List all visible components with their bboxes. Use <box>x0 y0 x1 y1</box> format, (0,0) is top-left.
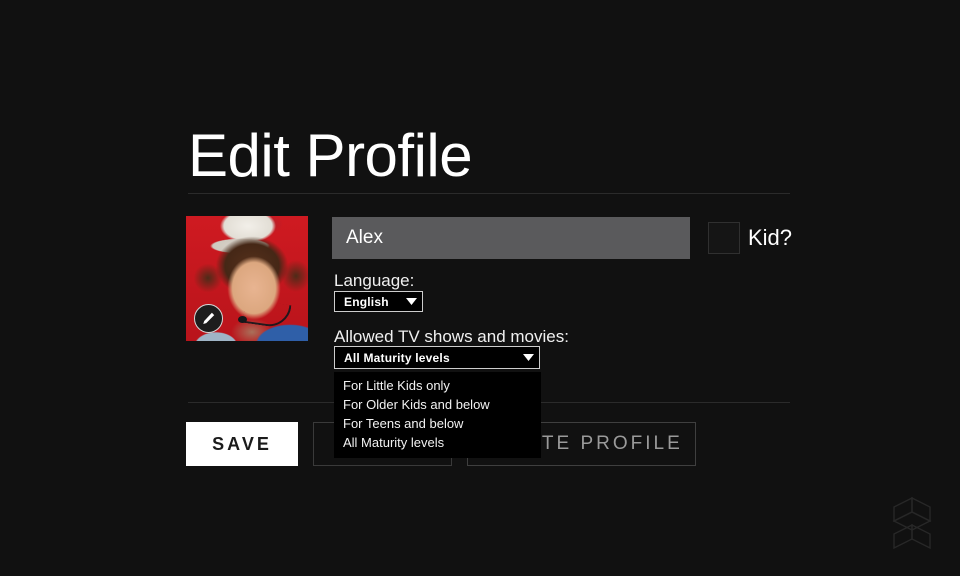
chevron-down-icon <box>400 298 422 305</box>
divider-top <box>188 193 790 194</box>
maturity-dropdown-menu[interactable]: For Little Kids only For Older Kids and … <box>334 372 541 458</box>
menu-item[interactable]: For Older Kids and below <box>334 395 541 414</box>
save-button[interactable]: SAVE <box>186 422 298 466</box>
maturity-select[interactable]: All Maturity levels <box>334 346 540 369</box>
language-label: Language: <box>334 270 414 292</box>
kid-checkbox[interactable] <box>708 222 740 254</box>
chevron-down-icon <box>517 354 539 361</box>
profile-avatar[interactable] <box>186 216 308 341</box>
edit-profile-page: Edit Profile Kid? Language: English Allo… <box>0 0 960 576</box>
menu-item[interactable]: For Teens and below <box>334 414 541 433</box>
menu-item[interactable]: All Maturity levels <box>334 433 541 452</box>
site-logo-watermark <box>884 494 940 556</box>
menu-item[interactable]: For Little Kids only <box>334 376 541 395</box>
language-selected-value: English <box>335 295 400 309</box>
maturity-selected-value: All Maturity levels <box>335 351 517 365</box>
headset-mic-tip <box>238 316 247 323</box>
pencil-icon <box>201 311 216 326</box>
profile-name-input[interactable] <box>332 217 690 259</box>
maturity-label: Allowed TV shows and movies: <box>334 326 569 348</box>
page-title: Edit Profile <box>188 122 472 190</box>
kid-label: Kid? <box>748 224 792 252</box>
language-select[interactable]: English <box>334 291 423 312</box>
avatar-edit-button[interactable] <box>194 304 223 333</box>
